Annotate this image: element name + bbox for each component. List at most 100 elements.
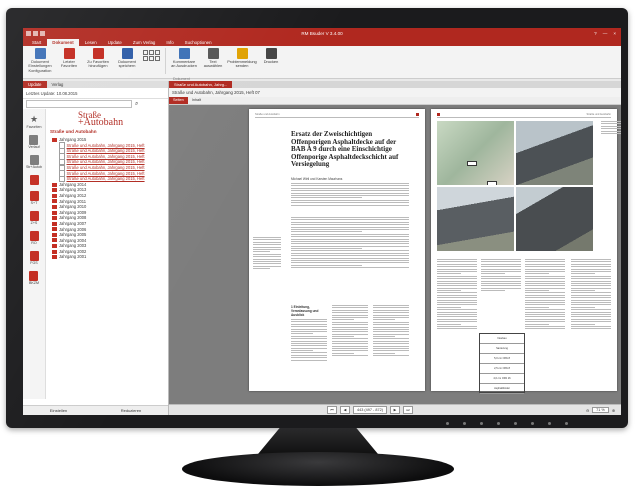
search-icon[interactable]: ⌕ bbox=[135, 101, 138, 108]
text-line bbox=[332, 340, 368, 342]
page-number-field[interactable]: 443 (497 - 872) bbox=[353, 406, 387, 414]
text-line bbox=[291, 359, 327, 361]
text-line bbox=[437, 270, 477, 272]
ribbon-tabs: Start Dokument Lesen Update Zum Verlag I… bbox=[23, 38, 621, 46]
tab-dokument[interactable]: Dokument bbox=[47, 39, 79, 46]
text-line bbox=[291, 226, 409, 228]
tab-start[interactable]: Start bbox=[27, 39, 46, 46]
tab-verlag[interactable]: Verlag bbox=[47, 81, 69, 88]
zoom-value[interactable]: 71 % bbox=[592, 407, 609, 413]
text-select-button[interactable]: Text auswählen bbox=[200, 48, 226, 69]
star-icon: ★ bbox=[29, 114, 39, 124]
book-nav-ro[interactable]: RO bbox=[29, 231, 39, 245]
title-bar: RM Bsuder V 3.4.00 ? — × bbox=[23, 28, 621, 38]
favorites-nav[interactable]: ★ Favoriten bbox=[27, 114, 42, 130]
text-line bbox=[291, 257, 409, 259]
tab-seiten[interactable]: Seiten bbox=[169, 97, 188, 104]
book-nav-st[interactable]: S+T bbox=[29, 191, 39, 205]
tab-info[interactable]: Info bbox=[161, 39, 178, 46]
text-line bbox=[437, 275, 477, 277]
text-line bbox=[571, 259, 611, 260]
text-line bbox=[525, 285, 565, 287]
book-icon bbox=[29, 231, 39, 241]
text-line bbox=[291, 219, 409, 221]
text-line bbox=[525, 275, 565, 277]
tab-lesen[interactable]: Lesen bbox=[80, 39, 102, 46]
text-line bbox=[332, 309, 368, 311]
text-line bbox=[571, 316, 611, 318]
save-icon bbox=[121, 48, 133, 59]
tree-item-label: Jahrgang 2001 bbox=[59, 254, 87, 260]
text-line bbox=[332, 331, 368, 333]
comment-button[interactable]: Kommentare an Ausdrucken bbox=[171, 48, 197, 69]
text-line bbox=[253, 253, 281, 255]
tree-folder[interactable]: Jahrgang 2001 bbox=[50, 254, 164, 260]
text-line bbox=[291, 333, 313, 335]
print-button[interactable]: Drucken bbox=[258, 48, 284, 64]
text-line bbox=[291, 260, 409, 262]
road-photo bbox=[516, 121, 593, 185]
layer-table: Neubau Sanierung 5,0 cm OPA 8 2,5 cm OPA… bbox=[479, 333, 525, 394]
next-page-button[interactable]: ▶ bbox=[389, 406, 400, 414]
tab-update[interactable]: Update bbox=[103, 39, 127, 46]
text-line bbox=[601, 132, 621, 134]
book-nav-1[interactable] bbox=[29, 175, 39, 185]
document-viewer: Straße und Autobahn, Jahrg... Straße und… bbox=[169, 81, 621, 415]
text-line bbox=[291, 199, 409, 201]
prev-page-button[interactable]: ◀ bbox=[340, 406, 350, 414]
text-line bbox=[571, 273, 595, 275]
book-nav-str[interactable]: Str+Autob bbox=[26, 155, 42, 169]
book-nav-zs[interactable]: Z+S bbox=[29, 211, 39, 225]
text-line bbox=[525, 282, 565, 284]
text-line bbox=[571, 313, 611, 315]
text-line bbox=[525, 292, 565, 294]
tree-title: Straße und Autobahn bbox=[50, 129, 97, 134]
text-line bbox=[291, 357, 327, 359]
page-layout-buttons[interactable] bbox=[143, 50, 160, 61]
text-line bbox=[291, 236, 409, 238]
tab-suchoptionen[interactable]: Suchoptionen bbox=[180, 39, 217, 46]
text-line bbox=[437, 323, 461, 325]
tab-zum-verlag[interactable]: Zum Verlag bbox=[128, 39, 160, 46]
monitor-frame: RM Bsuder V 3.4.00 ? — × Start Dokument … bbox=[6, 8, 628, 428]
save-button[interactable]: Dokument speichern bbox=[114, 48, 140, 69]
tab-inhalt[interactable]: Inhalt bbox=[188, 97, 205, 104]
text-line bbox=[601, 125, 621, 127]
text-line bbox=[481, 273, 505, 275]
text-line bbox=[332, 355, 368, 357]
text-line bbox=[525, 316, 565, 318]
tab-update-panel[interactable]: Update bbox=[23, 81, 47, 88]
text-line bbox=[571, 278, 611, 280]
expand-button[interactable]: Einstellen bbox=[50, 408, 67, 413]
ribbon: Dokument Einstellungen Konfiguration Let… bbox=[23, 46, 621, 79]
search-input[interactable] bbox=[26, 100, 132, 108]
text-line bbox=[525, 263, 565, 265]
margin-note bbox=[253, 237, 281, 270]
text-line bbox=[437, 278, 477, 280]
tree-view: Straße +Autobahn Straße und Autobahn Jahr… bbox=[46, 109, 168, 399]
book-nav-fgs[interactable]: FGS bbox=[29, 251, 39, 265]
text-line bbox=[253, 258, 281, 260]
zoom-in-icon[interactable]: ⊕ bbox=[612, 408, 615, 413]
zoom-out-icon[interactable]: ⊖ bbox=[586, 408, 589, 413]
recent-favorites-button[interactable]: Letzter Favoriten bbox=[56, 48, 82, 69]
add-favorite-button[interactable]: Zu Favoriten hinzufügen bbox=[85, 48, 111, 69]
history-nav[interactable]: Verlauf bbox=[28, 135, 40, 149]
settings-doc-button[interactable]: Dokument Einstellungen Konfiguration bbox=[27, 48, 53, 73]
text-line bbox=[291, 352, 327, 354]
document-tab[interactable]: Straße und Autobahn, Jahrg... bbox=[169, 81, 233, 88]
first-page-button[interactable]: ⏮ bbox=[327, 406, 337, 414]
search-bar: ⌕ bbox=[23, 99, 168, 109]
text-line bbox=[525, 294, 565, 296]
folder-icon bbox=[52, 204, 57, 209]
text-column-1: 1 Einleitung, Veranlassung und Ausblick bbox=[291, 305, 327, 362]
text-line bbox=[525, 302, 565, 304]
star-list-icon bbox=[63, 48, 75, 59]
text-line bbox=[291, 204, 409, 206]
book-nav-bkzm[interactable]: BKZM bbox=[29, 271, 39, 285]
last-page-button[interactable]: ⏭ bbox=[402, 406, 413, 414]
collapse-button[interactable]: Reduzieren bbox=[121, 408, 141, 413]
text-line bbox=[373, 307, 409, 309]
text-line bbox=[332, 350, 368, 352]
report-problem-button[interactable]: Problemmeldung senden bbox=[227, 48, 257, 69]
